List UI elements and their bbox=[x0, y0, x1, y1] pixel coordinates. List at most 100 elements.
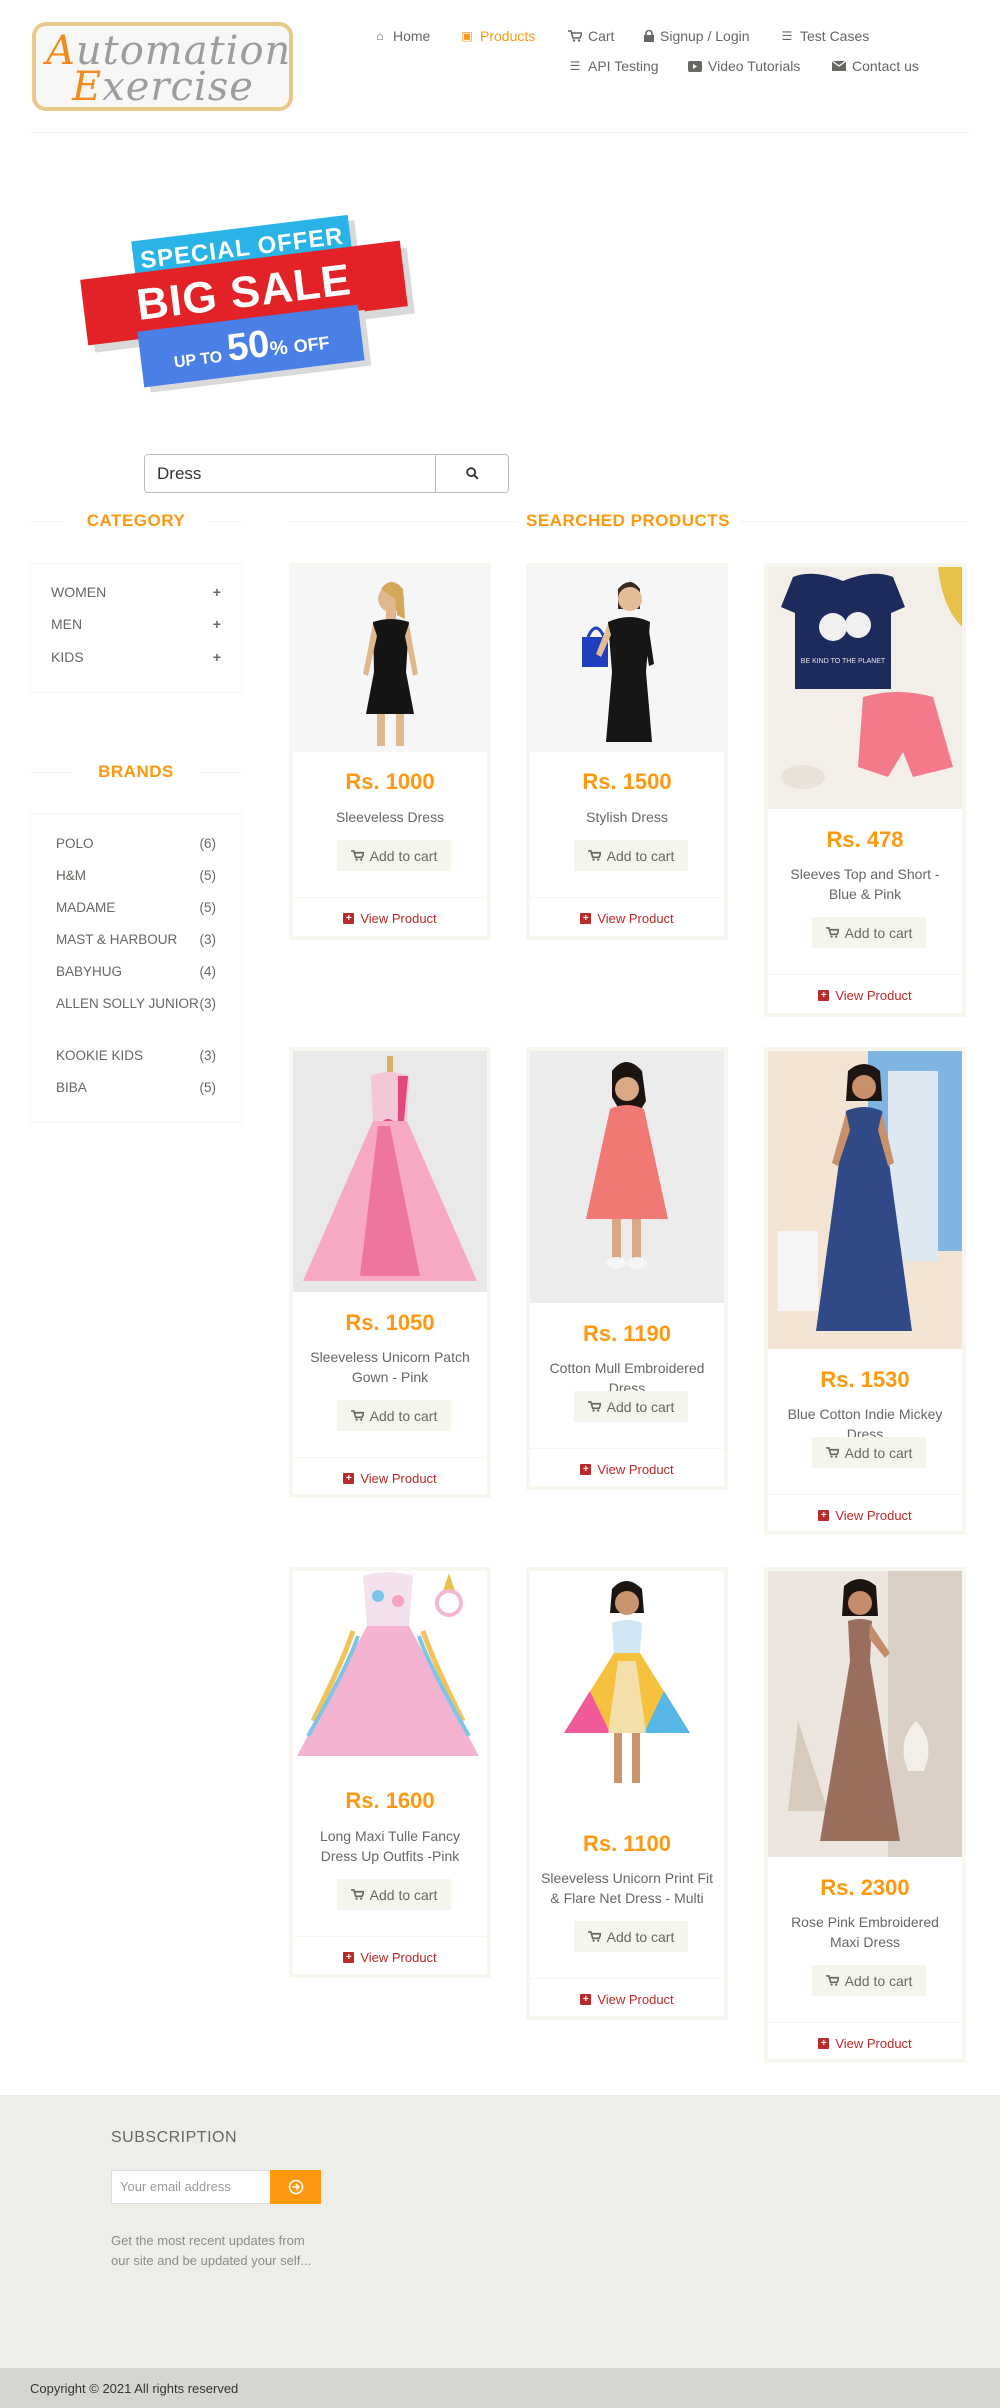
list-icon: ☰ bbox=[781, 29, 793, 43]
product-price: Rs. 1050 bbox=[345, 1310, 435, 1335]
header-divider bbox=[30, 132, 970, 133]
product-image[interactable]: BE KIND TO THE PLANET bbox=[768, 567, 962, 809]
add-to-cart-button[interactable]: Add to cart bbox=[574, 1391, 688, 1422]
product-price: Rs. 1530 bbox=[820, 1367, 910, 1392]
product-card: BE KIND TO THE PLANET Rs. 478 Sleeves To… bbox=[764, 563, 966, 1017]
plus-square-icon: + bbox=[343, 1473, 355, 1484]
cart-icon bbox=[587, 850, 601, 861]
plus-icon: + bbox=[212, 616, 221, 632]
product-image[interactable] bbox=[530, 567, 724, 752]
product-image[interactable] bbox=[768, 1051, 962, 1349]
add-to-cart-button[interactable]: Add to cart bbox=[574, 1921, 688, 1952]
category-kids[interactable]: Kids + bbox=[51, 649, 221, 665]
lock-icon bbox=[644, 30, 654, 42]
home-icon: ⌂ bbox=[376, 29, 384, 43]
plus-square-icon: + bbox=[580, 913, 592, 924]
add-to-cart-button[interactable]: Add to cart bbox=[337, 840, 451, 871]
cart-icon bbox=[587, 1401, 601, 1412]
view-product-link[interactable]: + View Product bbox=[530, 1992, 724, 2007]
nav-test-cases[interactable]: ☰ Test Cases bbox=[780, 28, 870, 44]
product-name: Sleeveless Unicorn Print Fit & Flare Net… bbox=[541, 1870, 713, 1906]
arrow-circle-right-icon bbox=[288, 2179, 303, 2195]
footer-widget: SUBSCRIPTION Your email address Get the … bbox=[0, 2095, 1000, 2368]
brand-mast-harbour[interactable]: Mast & Harbour (3) bbox=[56, 930, 216, 949]
cart-icon bbox=[350, 1889, 364, 1900]
product-name: Long Maxi Tulle Fancy Dress Up Outfits -… bbox=[319, 1828, 461, 1864]
product-name: Stylish Dress bbox=[586, 809, 668, 825]
product-price: Rs. 1600 bbox=[345, 1788, 435, 1813]
plus-icon: + bbox=[212, 584, 221, 600]
add-to-cart-button[interactable]: Add to cart bbox=[574, 840, 688, 871]
plus-square-icon: + bbox=[818, 990, 830, 1001]
brand-babyhug[interactable]: Babyhug (4) bbox=[56, 962, 216, 981]
copyright-text: Copyright © 2021 All rights reserved bbox=[30, 2381, 239, 2396]
cart-icon bbox=[825, 1975, 839, 1986]
product-card: Rs. 1500 Stylish Dress Add to cart + Vie… bbox=[526, 563, 728, 940]
subscription-email-input[interactable]: Your email address bbox=[111, 2170, 271, 2204]
nav-home[interactable]: ⌂ Home bbox=[373, 28, 430, 44]
plus-icon: + bbox=[212, 649, 221, 665]
brand-kookie-kids[interactable]: Kookie Kids (3) bbox=[56, 1046, 216, 1065]
footer-bottom: Copyright © 2021 All rights reserved bbox=[0, 2368, 1000, 2408]
product-price: Rs. 1500 bbox=[582, 769, 672, 794]
product-name: Rose Pink Embroidered Maxi Dress bbox=[791, 1914, 939, 1950]
subscription-text: Get the most recent updates from our sit… bbox=[111, 2233, 312, 2268]
product-image[interactable] bbox=[530, 1051, 724, 1303]
view-product-link[interactable]: + View Product bbox=[293, 1471, 487, 1486]
view-product-link[interactable]: + View Product bbox=[530, 911, 724, 926]
search-icon bbox=[465, 467, 479, 480]
add-to-cart-button[interactable]: Add to cart bbox=[812, 1437, 926, 1468]
add-to-cart-button[interactable]: Add to cart bbox=[337, 1400, 451, 1431]
nav-products[interactable]: ▣ Products bbox=[460, 28, 535, 44]
plus-square-icon: + bbox=[818, 2038, 830, 2049]
product-name: Sleeveless Dress bbox=[335, 809, 445, 825]
cart-icon bbox=[350, 850, 364, 861]
nav-video-tutorials[interactable]: Video Tutorials bbox=[688, 58, 800, 74]
product-price: Rs. 1100 bbox=[582, 1831, 672, 1856]
site-logo[interactable]: Automation Exercise bbox=[32, 22, 293, 111]
cart-icon bbox=[568, 30, 582, 42]
nav-contact-us[interactable]: Contact us bbox=[832, 58, 919, 74]
plus-square-icon: + bbox=[343, 913, 355, 924]
brand-polo[interactable]: Polo (6) bbox=[56, 834, 216, 853]
view-product-link[interactable]: + View Product bbox=[768, 2036, 962, 2051]
nav-cart[interactable]: Cart bbox=[568, 28, 614, 44]
category-men[interactable]: Men + bbox=[51, 616, 221, 632]
add-to-cart-button[interactable]: Add to cart bbox=[812, 1965, 926, 1996]
product-image[interactable] bbox=[293, 1571, 487, 1771]
subscribe-button[interactable] bbox=[270, 2170, 321, 2204]
product-name: Sleeveless Unicorn Patch Gown - Pink bbox=[310, 1349, 470, 1385]
search-button[interactable] bbox=[435, 454, 509, 493]
product-image[interactable] bbox=[768, 1571, 962, 1857]
view-product-link[interactable]: + View Product bbox=[293, 1950, 487, 1965]
nav-api-testing[interactable]: ☰ API Testing bbox=[568, 58, 659, 74]
site-header: Automation Exercise ⌂ Home ▣ Products Ca… bbox=[0, 0, 1000, 133]
nav-signup-login[interactable]: Signup / Login bbox=[644, 28, 750, 44]
add-to-cart-button[interactable]: Add to cart bbox=[812, 917, 926, 948]
view-product-link[interactable]: + View Product bbox=[293, 911, 487, 926]
product-card: Rs. 1190 Cotton Mull Embroidered Dress A… bbox=[526, 1047, 728, 1490]
plus-square-icon: + bbox=[343, 1952, 355, 1963]
brand-hm[interactable]: H&M (5) bbox=[56, 866, 216, 885]
product-image[interactable] bbox=[293, 1051, 487, 1292]
product-price: Rs. 478 bbox=[826, 827, 904, 852]
add-to-cart-button[interactable]: Add to cart bbox=[337, 1879, 451, 1910]
cart-icon bbox=[825, 1447, 839, 1458]
category-women[interactable]: Women + bbox=[51, 584, 221, 600]
product-image[interactable] bbox=[293, 567, 487, 752]
plus-square-icon: + bbox=[818, 1510, 830, 1521]
product-card: Rs. 1100 Sleeveless Unicorn Print Fit & … bbox=[526, 1567, 728, 2020]
search-input[interactable]: Dress bbox=[144, 454, 436, 493]
cart-icon bbox=[587, 1931, 601, 1942]
product-image[interactable] bbox=[530, 1571, 724, 1814]
view-product-link[interactable]: + View Product bbox=[768, 988, 962, 1003]
product-price: Rs. 1190 bbox=[582, 1321, 672, 1346]
view-product-link[interactable]: + View Product bbox=[530, 1462, 724, 1477]
brand-allen-solly-junior[interactable]: Allen Solly Junior (3) bbox=[56, 994, 216, 1013]
brand-biba[interactable]: Biba (5) bbox=[56, 1078, 216, 1097]
sale-banner: SPECIAL OFFER BIG SALE UP TO 50% OFF bbox=[78, 210, 418, 388]
view-product-link[interactable]: + View Product bbox=[768, 1508, 962, 1523]
brand-madame[interactable]: Madame (5) bbox=[56, 898, 216, 917]
plus-square-icon: + bbox=[580, 1994, 592, 2005]
product-card: Rs. 1050 Sleeveless Unicorn Patch Gown -… bbox=[289, 1047, 491, 1498]
